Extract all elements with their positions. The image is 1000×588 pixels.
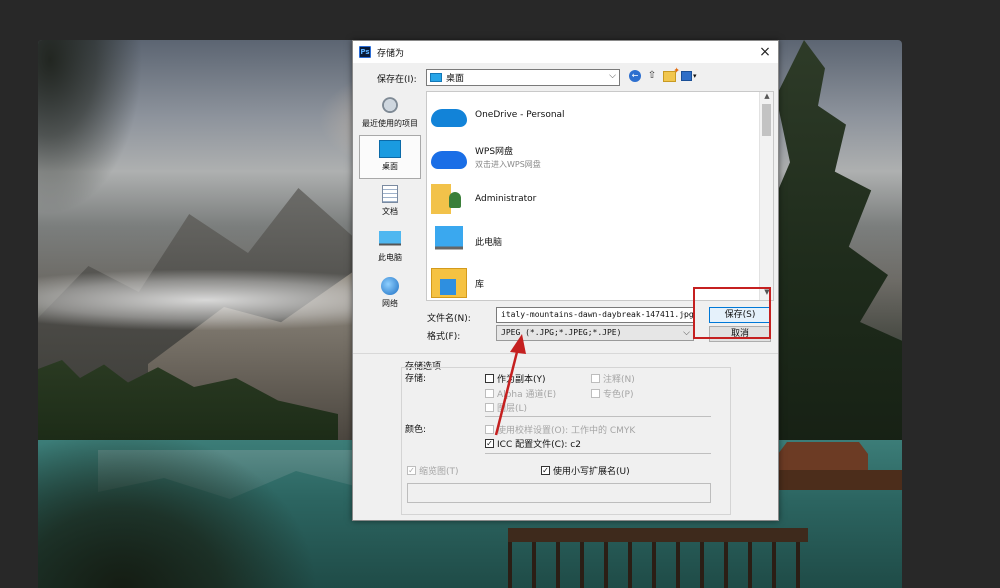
desktop-folder-icon <box>430 73 442 82</box>
onedrive-icon <box>431 109 467 127</box>
computer-icon <box>435 226 463 256</box>
up-folder-icon[interactable]: ⇧ <box>646 70 658 82</box>
place-desktop[interactable]: 桌面 <box>359 135 421 179</box>
save-in-combo[interactable]: 桌面 ⌵ <box>426 69 620 86</box>
back-arrow-icon[interactable]: ← <box>629 70 641 82</box>
place-recent[interactable]: 最近使用的项目 <box>359 93 421 137</box>
scroll-thumb[interactable] <box>762 104 771 136</box>
file-list[interactable]: OneDrive - Personal WPS网盘 双击进入WPS网盘 Admi… <box>426 91 774 301</box>
network-icon <box>381 277 399 295</box>
color-label: 颜色: <box>405 425 427 435</box>
boathouse-roof <box>778 442 868 472</box>
chevron-down-icon: ⌵ <box>609 71 616 81</box>
list-item-wps[interactable]: WPS网盘 双击进入WPS网盘 <box>431 138 751 176</box>
lowercase-extension-checkbox[interactable]: ✓ 使用小写扩展名(U) <box>541 464 630 477</box>
place-documents[interactable]: 文档 <box>359 181 421 225</box>
format-label: 格式(F): <box>427 332 461 342</box>
new-folder-icon[interactable] <box>663 66 680 82</box>
this-pc-icon <box>379 231 401 249</box>
notes-checkbox[interactable]: 注释(N) <box>591 372 635 385</box>
save-in-label: 保存在(I): <box>377 75 417 85</box>
checkmark-icon: ✓ <box>407 466 416 475</box>
view-menu-icon[interactable]: ▾ <box>681 71 699 82</box>
tree-branches-bottom <box>38 428 318 588</box>
place-network[interactable]: 网络 <box>359 273 421 317</box>
status-box <box>407 483 711 503</box>
place-label: 此电脑 <box>378 253 402 262</box>
save-as-dialog: Ps 存储为 × 保存在(I): 桌面 ⌵ ← ⇧ ▾ 最近使用的项目 桌面 文… <box>352 40 779 521</box>
file-name: 此电脑 <box>475 237 503 248</box>
dock <box>508 528 808 542</box>
place-label: 最近使用的项目 <box>362 119 418 128</box>
place-label: 网络 <box>382 299 398 308</box>
chevron-down-icon[interactable]: ⌵ <box>683 326 690 340</box>
checkmark-icon: ✓ <box>541 466 550 475</box>
title-bar: Ps 存储为 × <box>353 41 778 63</box>
nav-toolbar: ← ⇧ ▾ <box>629 66 699 82</box>
user-folder-icon <box>431 184 467 214</box>
dialog-title: 存储为 <box>377 48 405 59</box>
list-item-this-pc[interactable]: 此电脑 <box>431 222 751 260</box>
library-icon <box>431 268 467 298</box>
close-button[interactable]: × <box>756 43 774 61</box>
save-in-value: 桌面 <box>446 74 465 84</box>
list-item-onedrive[interactable]: OneDrive - Personal <box>431 96 751 134</box>
file-name: Administrator <box>475 194 537 204</box>
divider <box>485 453 711 454</box>
file-subtitle: 双击进入WPS网盘 <box>475 160 541 169</box>
thumbnail-checkbox[interactable]: ✓ 缩览图(T) <box>407 464 459 477</box>
annotation-highlight-box <box>693 287 771 339</box>
filename-value: italy-mountains-dawn-daybreak-147411.jpg <box>501 310 694 319</box>
filename-label: 文件名(N): <box>427 314 471 324</box>
file-name: WPS网盘 <box>475 147 514 157</box>
place-label: 桌面 <box>382 162 398 171</box>
spot-colors-checkbox[interactable]: 专色(P) <box>591 387 633 400</box>
filename-input[interactable]: italy-mountains-dawn-daybreak-147411.jpg… <box>496 307 694 323</box>
file-list-scrollbar[interactable]: ▲ ▼ <box>759 92 773 300</box>
scroll-up-icon[interactable]: ▲ <box>760 92 773 104</box>
list-item-administrator[interactable]: Administrator <box>431 180 751 218</box>
checkmark-icon: ✓ <box>485 439 494 448</box>
wps-cloud-icon <box>431 151 467 169</box>
save-label: 存储: <box>405 374 427 384</box>
file-name: OneDrive - Personal <box>475 110 565 120</box>
annotation-arrow-icon <box>494 334 526 436</box>
chevron-down-icon[interactable]: ⌵ <box>683 308 690 322</box>
dock-pilings <box>508 542 808 588</box>
save-in-row: 保存在(I): 桌面 ⌵ ← ⇧ ▾ <box>353 66 778 87</box>
photoshop-icon: Ps <box>359 46 371 58</box>
documents-icon <box>382 185 398 203</box>
desktop-icon <box>379 140 401 158</box>
place-label: 文档 <box>382 207 398 216</box>
divider <box>353 353 778 354</box>
places-bar: 最近使用的项目 桌面 文档 此电脑 网络 <box>357 93 423 315</box>
file-name: 库 <box>475 279 485 290</box>
recent-icon <box>379 97 401 115</box>
place-this-pc[interactable]: 此电脑 <box>359 227 421 271</box>
tree-branches-top <box>38 40 158 240</box>
